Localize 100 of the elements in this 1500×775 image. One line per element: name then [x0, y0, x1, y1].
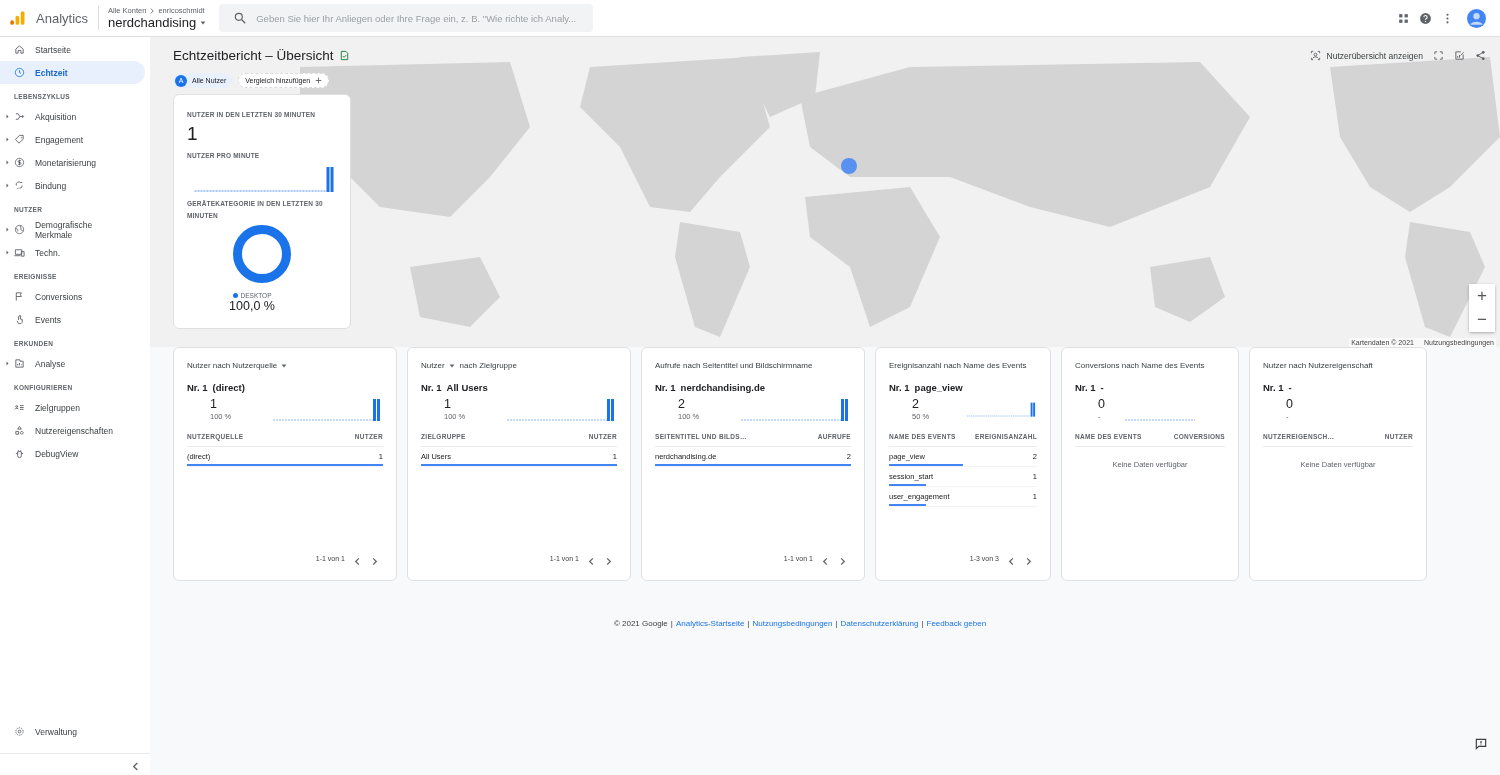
top-item: - [1100, 382, 1104, 393]
card-title: Conversions nach Name des Events [1075, 361, 1205, 370]
rank-label: Nr. 1 [421, 382, 442, 393]
metric-value: 1 [444, 397, 452, 411]
app-name: Analytics [36, 10, 89, 26]
nav-item[interactable]: Monetarisierung [0, 151, 145, 174]
nav-item[interactable]: Engagement [0, 128, 145, 151]
nav-item[interactable]: Bindung [0, 174, 145, 197]
top-item: nerdchandising.de [680, 382, 766, 393]
next-page-icon[interactable] [604, 557, 613, 566]
footer-link[interactable]: Analytics-Startseite [675, 619, 745, 628]
devices-icon [14, 247, 25, 258]
analysis-icon [14, 358, 25, 369]
footer-link[interactable]: Feedback geben [926, 619, 987, 628]
expand-arrow-icon[interactable] [5, 227, 9, 232]
zoom-in-button[interactable]: + [1469, 284, 1495, 308]
search-icon [233, 11, 248, 25]
top-item: - [1288, 382, 1292, 393]
dropdown-caret-icon [447, 361, 456, 370]
next-page-icon[interactable] [370, 557, 379, 566]
clock-icon [14, 67, 25, 78]
user-snapshot-button[interactable]: Nutzerübersicht anzeigen [1309, 50, 1423, 61]
nav-item[interactable]: Nutzereigenschaften [0, 419, 145, 442]
rank-label: Nr. 1 [187, 382, 208, 393]
card-title: nach Zielgruppe [459, 361, 517, 370]
flag-icon [14, 291, 25, 302]
rank-label: Nr. 1 [655, 382, 676, 393]
home-icon [14, 44, 25, 55]
metric-value: 1 [187, 123, 199, 145]
report-title: Echtzeitbericht – Übersicht [173, 48, 334, 63]
rank-label: Nr. 1 [889, 382, 910, 393]
globe-icon [14, 224, 25, 235]
touch-icon [14, 314, 25, 325]
footer-link[interactable]: Nutzungsbedingungen [752, 619, 833, 628]
card-title: Aufrufe nach Seitentitel und Bildschirmname [655, 361, 813, 370]
top-item: All Users [446, 382, 488, 393]
nav-item[interactable]: Startseite [0, 38, 145, 61]
card-title: Ereignisanzahl nach Name des Events [889, 361, 1027, 370]
search-field[interactable]: Geben Sie hier Ihr Anliegen oder Ihre Frage ein, z. B. "Wie richte ich Analy... [219, 4, 594, 32]
legend-value: 100,0 % [229, 299, 275, 313]
nav-item[interactable]: Verwaltung [0, 720, 145, 743]
copyright-text: © 2021 Google [613, 619, 668, 628]
nav-item[interactable]: Zielgruppen [0, 396, 145, 419]
metric-value: 2 [912, 397, 920, 411]
avatar-icon[interactable] [1467, 8, 1486, 28]
apps-grid-icon[interactable] [1397, 11, 1410, 25]
nav-item[interactable]: Demografische Merkmale [0, 218, 145, 241]
dropdown-caret-icon [280, 361, 289, 370]
sparkline-drawing [1125, 419, 1195, 421]
nav-item[interactable]: Techn. [0, 241, 145, 264]
branch-icon [14, 111, 25, 122]
previous-page-icon[interactable] [821, 557, 830, 566]
separator-text: | [670, 619, 673, 628]
separator-text: | [747, 619, 750, 628]
collapse-icon[interactable] [131, 762, 140, 771]
person-frame-icon [1309, 50, 1321, 61]
edit-chart-icon[interactable] [1454, 50, 1465, 61]
top-item: page_view [914, 382, 963, 393]
expand-arrow-icon[interactable] [5, 137, 9, 142]
separator-text: | [921, 619, 924, 628]
dimension-dropdown[interactable]: Nutzer nach Nutzerquelle [187, 361, 289, 370]
previous-page-icon[interactable] [587, 557, 596, 566]
separator-text: | [835, 619, 838, 628]
bar-chart-logo-icon [8, 9, 26, 27]
expand-arrow-icon[interactable] [5, 361, 9, 366]
card-title: Nutzer nach Nutzereigenschaft [1263, 361, 1373, 370]
rank-label: Nr. 1 [1263, 382, 1284, 393]
top-item: (direct) [212, 382, 245, 393]
nav-item[interactable]: DebugView [0, 442, 145, 465]
share-icon[interactable] [1475, 50, 1486, 61]
property-selector[interactable]: nerdchandising [108, 15, 208, 30]
dropdown-caret-icon [199, 18, 208, 27]
shapes-icon [14, 425, 25, 436]
expand-arrow-icon[interactable] [5, 114, 9, 119]
previous-page-icon[interactable] [1007, 557, 1016, 566]
previous-page-icon[interactable] [353, 557, 362, 566]
nav-item[interactable]: Echtzeit [0, 61, 145, 84]
nav-item[interactable]: Akquisition [0, 105, 145, 128]
dollar-icon [14, 157, 25, 168]
nav-item[interactable]: Analyse [0, 352, 145, 375]
feedback-icon[interactable] [1474, 737, 1488, 751]
metric-value: 0 [1098, 397, 1105, 411]
expand-arrow-icon[interactable] [5, 160, 9, 165]
gear-icon [14, 726, 25, 737]
metric-value: 1 [210, 397, 218, 411]
dimension-dropdown[interactable]: Nutzer [421, 361, 456, 370]
next-page-icon[interactable] [838, 557, 847, 566]
plus-icon [315, 77, 323, 84]
expand-arrow-icon[interactable] [5, 183, 9, 188]
zoom-out-button[interactable]: − [1469, 308, 1495, 332]
help-icon[interactable] [1419, 11, 1432, 25]
next-page-icon[interactable] [1024, 557, 1033, 566]
metric-value: 2 [678, 397, 686, 411]
tag-icon [14, 134, 25, 145]
audience-icon [14, 402, 25, 413]
expand-arrow-icon[interactable] [5, 250, 9, 255]
nav-item[interactable]: Conversions [0, 285, 145, 308]
nav-item[interactable]: Events [0, 308, 145, 331]
footer-link[interactable]: Datenschutzerklärung [840, 619, 919, 628]
fullscreen-icon[interactable] [1433, 50, 1444, 61]
